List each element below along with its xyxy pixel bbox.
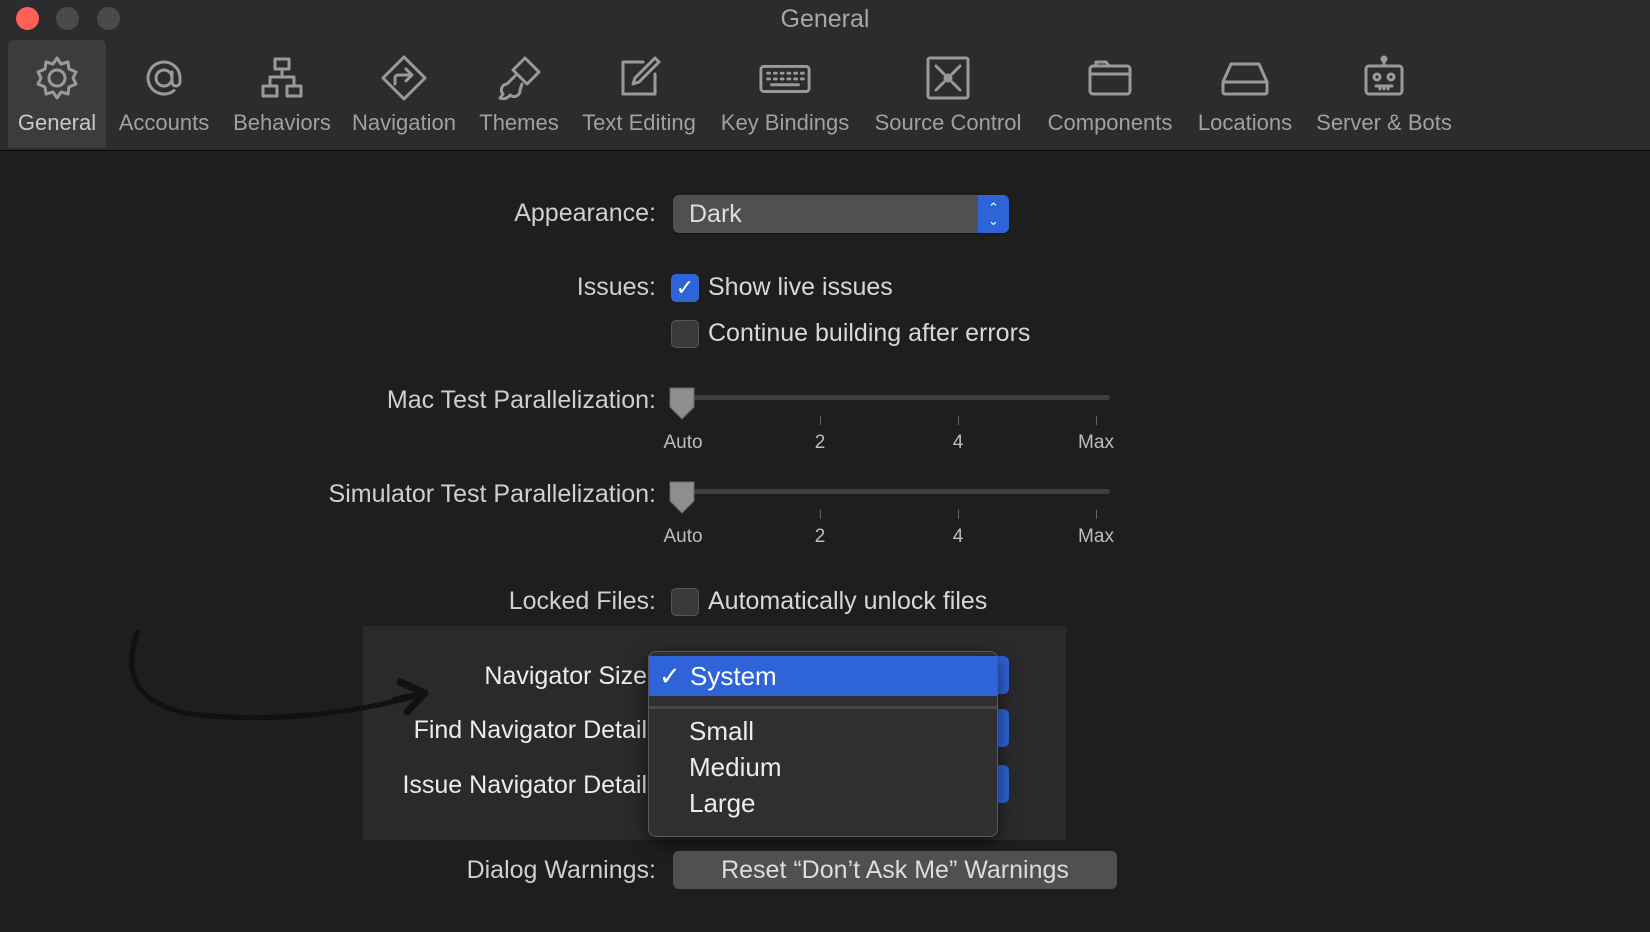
tab-source-control[interactable]: Source Control xyxy=(868,40,1028,148)
tab-label: Text Editing xyxy=(582,110,696,135)
issue-navigator-label: Issue Navigator Detail xyxy=(402,771,647,799)
navigator-size-label: Navigator Size xyxy=(484,662,647,690)
tab-text-editing[interactable]: Text Editing xyxy=(576,40,702,148)
popup-stepper-icon: ⌃ ⌄ xyxy=(978,195,1009,233)
menu-item-small[interactable]: Small xyxy=(689,716,754,747)
issues-label: Issues: xyxy=(576,273,656,301)
dialog-warnings-label: Dialog Warnings: xyxy=(466,856,656,884)
tick-label: Max xyxy=(1078,432,1114,453)
hierarchy-icon xyxy=(255,52,309,104)
continue-building-text: Continue building after errors xyxy=(708,319,1031,347)
reset-warnings-button[interactable]: Reset “Don’t Ask Me” Warnings xyxy=(673,851,1117,889)
tab-general[interactable]: General xyxy=(8,40,106,148)
continue-building-checkbox[interactable] xyxy=(671,320,699,348)
slider-tick xyxy=(1096,510,1097,519)
sim-parallel-label: Simulator Test Parallelization: xyxy=(328,480,656,508)
tab-key-bindings[interactable]: Key Bindings xyxy=(713,40,857,148)
tab-navigation[interactable]: Navigation xyxy=(345,40,463,148)
tick-label: 4 xyxy=(952,526,964,547)
tick-label: Auto xyxy=(663,432,703,453)
tab-label: Key Bindings xyxy=(720,110,850,135)
unlock-files-text: Automatically unlock files xyxy=(708,587,988,615)
paintbrush-icon xyxy=(492,52,546,104)
tab-label: Behaviors xyxy=(233,110,331,135)
tick-label: 4 xyxy=(952,432,964,453)
sim-parallel-knob[interactable] xyxy=(667,479,697,515)
annotation-arrow xyxy=(129,630,429,721)
drive-icon xyxy=(1218,52,1272,104)
robot-icon xyxy=(1357,52,1411,104)
checkmark-icon: ✓ xyxy=(659,661,681,691)
mac-parallel-label: Mac Test Parallelization: xyxy=(386,386,656,414)
slider-tick xyxy=(820,416,821,425)
appearance-label: Appearance: xyxy=(514,199,656,227)
tab-themes[interactable]: Themes xyxy=(470,40,568,148)
window-title: General xyxy=(780,5,870,33)
slider-tick xyxy=(958,416,959,425)
tab-label: Source Control xyxy=(874,110,1022,135)
tab-label: Navigation xyxy=(352,110,456,135)
pencil-square-icon xyxy=(612,52,666,104)
show-live-issues-text: Show live issues xyxy=(708,273,893,301)
title-bar: General General Accounts Behaviors Navig… xyxy=(0,0,1650,151)
folder-icon xyxy=(1083,52,1137,104)
slider-tick xyxy=(820,510,821,519)
navigator-size-menu: ✓ System Small Medium Large xyxy=(648,651,998,837)
keyboard-icon xyxy=(758,52,812,104)
mac-parallel-knob[interactable] xyxy=(667,385,697,421)
at-sign-icon xyxy=(137,52,191,104)
locked-files-label: Locked Files: xyxy=(508,587,656,615)
tick-label: 2 xyxy=(814,526,826,547)
tick-label: 2 xyxy=(814,432,826,453)
navigation-diamond-icon xyxy=(377,52,431,104)
gear-icon xyxy=(30,52,84,104)
sim-parallel-track[interactable] xyxy=(672,489,1110,494)
tab-label: Themes xyxy=(479,110,559,135)
tab-components[interactable]: Components xyxy=(1040,40,1180,148)
tab-label: Locations xyxy=(1197,110,1293,135)
tab-label: Components xyxy=(1047,110,1173,135)
appearance-value: Dark xyxy=(689,200,742,228)
menu-separator xyxy=(649,706,997,709)
menu-item-large[interactable]: Large xyxy=(689,788,756,819)
unlock-files-checkbox[interactable] xyxy=(671,588,699,616)
slider-tick xyxy=(958,510,959,519)
show-live-issues-checkbox[interactable]: ✓ xyxy=(671,274,699,302)
mac-parallel-track[interactable] xyxy=(672,395,1110,400)
tab-label: Server & Bots xyxy=(1316,110,1452,135)
tab-accounts[interactable]: Accounts xyxy=(112,40,216,148)
tick-label: Max xyxy=(1078,526,1114,547)
appearance-popup[interactable]: Dark ⌃ ⌄ xyxy=(673,195,1009,233)
menu-item-system[interactable]: ✓ System xyxy=(649,656,997,696)
tick-label: Auto xyxy=(663,526,703,547)
slider-tick xyxy=(1096,416,1097,425)
tab-behaviors[interactable]: Behaviors xyxy=(228,40,336,148)
menu-item-medium[interactable]: Medium xyxy=(689,752,781,783)
tab-label: General xyxy=(17,110,97,135)
source-control-icon xyxy=(921,52,975,104)
tab-locations[interactable]: Locations xyxy=(1190,40,1300,148)
tab-server-bots[interactable]: Server & Bots xyxy=(1310,40,1458,148)
tab-label: Accounts xyxy=(118,110,210,135)
